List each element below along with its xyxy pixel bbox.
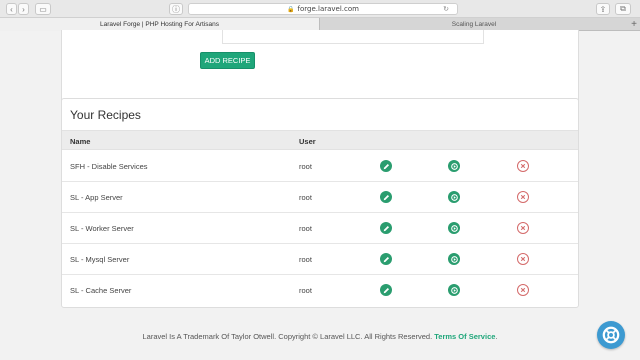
delete-button[interactable] — [517, 191, 529, 203]
recipe-name: SL - Cache Server — [70, 286, 132, 295]
edit-button[interactable] — [380, 160, 392, 172]
pencil-icon — [383, 287, 389, 293]
recipe-name: SFH - Disable Services — [70, 162, 148, 171]
delete-button[interactable] — [517, 253, 529, 265]
edit-button[interactable] — [380, 191, 392, 203]
run-button[interactable] — [448, 253, 460, 265]
help-button[interactable] — [597, 321, 625, 349]
play-icon — [450, 193, 458, 201]
column-header-name: Name — [70, 137, 91, 146]
recipe-name: SL - Worker Server — [70, 224, 134, 233]
tab-label: Scaling Laravel — [451, 21, 497, 28]
table-row: SFH - Disable Services root — [62, 151, 578, 182]
sidebar-button[interactable]: ▭ — [35, 3, 51, 15]
tabs-overview-button[interactable]: ⧉ — [615, 3, 631, 15]
edit-button[interactable] — [380, 284, 392, 296]
close-icon — [520, 194, 526, 200]
close-icon — [520, 163, 526, 169]
delete-button[interactable] — [517, 284, 529, 296]
share-icon: ⇪ — [599, 4, 607, 14]
url-text: forge.laravel.com — [297, 5, 359, 13]
recipe-user: root — [299, 193, 312, 202]
close-icon — [520, 256, 526, 262]
delete-button[interactable] — [517, 160, 529, 172]
recipes-panel: Your Recipes Name User SFH - Disable Ser… — [61, 98, 579, 308]
page-footer: Laravel Is A Trademark Of Taylor Otwell.… — [0, 332, 640, 341]
new-tab-button[interactable]: + — [631, 18, 637, 31]
tab-label: Laravel Forge | PHP Hosting For Artisans — [100, 21, 219, 28]
back-button[interactable]: ‹ — [6, 3, 17, 15]
share-button[interactable]: ⇪ — [596, 3, 610, 15]
table-row: SL - Worker Server root — [62, 213, 578, 244]
recipe-user: root — [299, 162, 312, 171]
table-row: SL - Cache Server root — [62, 275, 578, 306]
reader-button[interactable]: ⓘ — [169, 3, 183, 15]
edit-button[interactable] — [380, 253, 392, 265]
recipe-name: SL - Mysql Server — [70, 255, 130, 264]
panel-title: Your Recipes — [70, 108, 141, 122]
recipe-user: root — [299, 224, 312, 233]
play-icon — [450, 255, 458, 263]
forward-button[interactable]: › — [18, 3, 29, 15]
play-icon — [450, 286, 458, 294]
terms-of-service-link[interactable]: Terms Of Service — [434, 332, 495, 341]
sidebar-icon: ▭ — [39, 4, 47, 14]
delete-button[interactable] — [517, 222, 529, 234]
address-bar[interactable]: 🔒 forge.laravel.com ↻ — [188, 3, 458, 15]
script-textarea[interactable] — [222, 30, 484, 44]
column-header-user: User — [299, 137, 316, 146]
pencil-icon — [383, 225, 389, 231]
pencil-icon — [383, 256, 389, 262]
recipe-name: SL - App Server — [70, 193, 123, 202]
table-row: SL - Mysql Server root — [62, 244, 578, 275]
close-icon — [520, 225, 526, 231]
run-button[interactable] — [448, 284, 460, 296]
table-header: Name User — [62, 130, 578, 150]
info-icon: ⓘ — [172, 4, 180, 14]
table-row: SL - App Server root — [62, 182, 578, 213]
add-recipe-button[interactable]: ADD RECIPE — [200, 52, 255, 69]
edit-button[interactable] — [380, 222, 392, 234]
chevron-left-icon: ‹ — [10, 4, 13, 14]
lifebuoy-icon — [602, 326, 620, 344]
close-icon — [520, 287, 526, 293]
run-button[interactable] — [448, 222, 460, 234]
run-button[interactable] — [448, 191, 460, 203]
recipe-user: root — [299, 255, 312, 264]
browser-toolbar: ‹ › ▭ ⓘ 🔒 forge.laravel.com ↻ ⇪ ⧉ — [0, 0, 640, 18]
recipe-user: root — [299, 286, 312, 295]
footer-text: Laravel Is A Trademark Of Taylor Otwell.… — [142, 332, 433, 341]
pencil-icon — [383, 163, 389, 169]
lock-icon: 🔒 — [287, 5, 295, 13]
page-content: ADD RECIPE Your Recipes Name User SFH - … — [0, 30, 640, 360]
tabs-icon: ⧉ — [620, 4, 626, 13]
run-button[interactable] — [448, 160, 460, 172]
chevron-right-icon: › — [22, 4, 25, 14]
play-icon — [450, 162, 458, 170]
pencil-icon — [383, 194, 389, 200]
footer-end: . — [495, 332, 498, 341]
play-icon — [450, 224, 458, 232]
reload-icon[interactable]: ↻ — [443, 5, 449, 13]
